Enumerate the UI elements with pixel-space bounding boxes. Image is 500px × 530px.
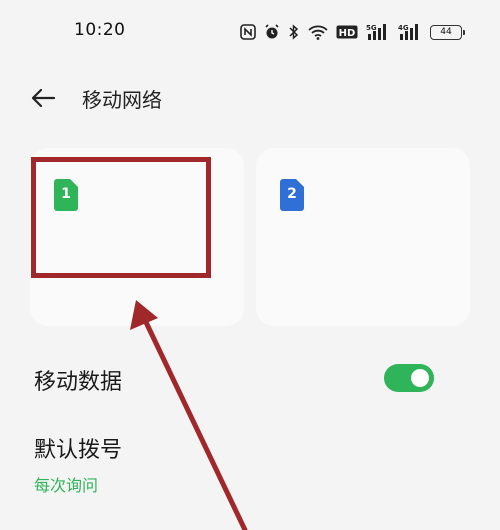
- page-header: 移动网络: [0, 78, 500, 118]
- status-bar: 10:20 HD 5G 4G 44: [0, 0, 500, 62]
- status-icons: HD 5G 4G 44: [240, 22, 465, 42]
- net1-label: 5G: [366, 24, 377, 32]
- status-time: 10:20: [74, 20, 126, 40]
- bluetooth-icon: [288, 24, 300, 40]
- mobile-data-label: 移动数据: [34, 370, 123, 395]
- battery-level: 44: [440, 27, 452, 37]
- battery-icon: 44: [430, 24, 465, 40]
- sim-number: 2: [287, 186, 297, 202]
- alarm-icon: [264, 24, 280, 40]
- wifi-icon: [308, 24, 328, 40]
- mobile-data-toggle[interactable]: [384, 364, 434, 392]
- sim-card-icon: 2: [278, 178, 306, 212]
- default-dial-label: 默认拨号: [34, 438, 123, 463]
- annotation-highlight-box: [31, 157, 211, 278]
- signal-5g-icon: 5G: [366, 23, 390, 41]
- back-arrow-icon[interactable]: [30, 87, 56, 109]
- sim-card-2[interactable]: 2: [256, 148, 470, 326]
- nfc-icon: [240, 24, 256, 40]
- default-dial-row[interactable]: 默认拨号: [34, 432, 122, 464]
- hd-label: HD: [339, 28, 356, 39]
- net2-label: 4G: [398, 24, 409, 32]
- default-dial-value: 每次询问: [34, 476, 99, 495]
- toggle-knob: [411, 369, 429, 387]
- hd-icon: HD: [336, 24, 358, 40]
- signal-4g-icon: 4G: [398, 23, 422, 41]
- page-title: 移动网络: [82, 88, 162, 112]
